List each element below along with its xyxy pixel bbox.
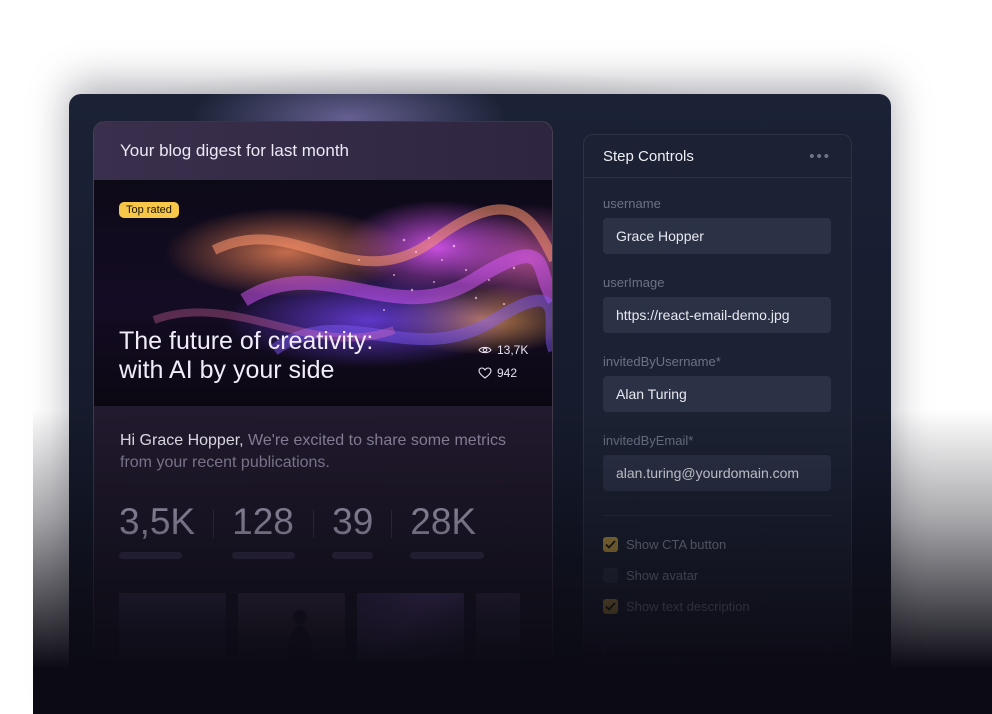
show-avatar-label: Show avatar bbox=[626, 567, 699, 583]
user-image-label: userImage bbox=[603, 275, 665, 290]
invited-by-email-field-group: invitedByEmail* alan.turing@yourdomain.c… bbox=[603, 433, 831, 491]
metric-divider bbox=[313, 510, 315, 538]
checkbox-unchecked-icon[interactable] bbox=[603, 567, 618, 583]
thumbnail-image bbox=[238, 593, 345, 661]
checkbox-checked-icon[interactable] bbox=[603, 536, 618, 552]
step-controls-header: Step Controls ••• bbox=[584, 135, 851, 178]
invited-by-username-field-group: invitedByUsername* Alan Turing bbox=[603, 354, 831, 412]
metric-bar bbox=[332, 552, 374, 559]
hero-title: The future of creativity: with AI by you… bbox=[119, 327, 439, 385]
show-text-description-label: Show text description bbox=[626, 598, 750, 614]
metric-value: 28K bbox=[410, 501, 477, 542]
metric-value: 3,5K bbox=[119, 501, 196, 542]
submit-changes-label: Submit Changes bbox=[668, 653, 766, 669]
more-dots-icon[interactable]: ••• bbox=[809, 148, 831, 165]
username-label: username bbox=[603, 196, 661, 211]
thumbnail-image bbox=[357, 593, 464, 661]
metric-bar bbox=[119, 552, 182, 559]
app-window: Your blog digest for last month Top rate… bbox=[69, 94, 891, 714]
hero-title-line-2: with AI by your side bbox=[119, 356, 335, 384]
metric-item: 28K bbox=[410, 501, 485, 559]
thumbnail-image bbox=[476, 593, 520, 661]
user-image-field-group: userImage https://react-email-demo.jpg bbox=[603, 275, 831, 333]
show-text-description-checkbox-row[interactable]: Show text description bbox=[603, 597, 831, 615]
metric-item: 128 bbox=[232, 501, 296, 559]
views-stat: 13,7K bbox=[478, 343, 528, 357]
step-controls-title: Step Controls bbox=[603, 147, 694, 165]
invited-by-email-label: invitedByEmail* bbox=[603, 433, 694, 448]
silhouette-icon bbox=[286, 610, 314, 661]
username-input[interactable]: Grace Hopper bbox=[603, 218, 831, 254]
metric-item: 39 bbox=[332, 502, 373, 559]
user-image-input[interactable]: https://react-email-demo.jpg bbox=[603, 297, 831, 333]
email-header-title: Your blog digest for last month bbox=[120, 141, 350, 160]
invited-by-email-input[interactable]: alan.turing@yourdomain.com bbox=[603, 455, 831, 491]
metric-bar bbox=[232, 552, 296, 559]
checkbox-checked-icon[interactable] bbox=[603, 598, 618, 614]
metric-divider bbox=[213, 510, 215, 538]
top-rated-badge: Top rated bbox=[119, 202, 179, 218]
thumbnail-row bbox=[119, 593, 520, 661]
metric-bar bbox=[410, 552, 485, 559]
section-divider bbox=[603, 515, 832, 516]
eye-icon bbox=[478, 346, 492, 354]
email-preview-card: Your blog digest for last month Top rate… bbox=[93, 121, 553, 714]
submit-changes-button[interactable]: Submit Changes bbox=[603, 643, 831, 679]
heart-icon bbox=[478, 367, 492, 379]
hero-title-line-1: The future of creativity: bbox=[119, 327, 374, 355]
metric-divider bbox=[391, 510, 393, 538]
email-header: Your blog digest for last month bbox=[94, 122, 552, 180]
views-count: 13,7K bbox=[497, 343, 529, 357]
hero-banner: Top rated The future of creativity: with… bbox=[94, 180, 552, 406]
metric-item: 3,5K bbox=[119, 502, 195, 559]
show-cta-label: Show CTA button bbox=[626, 536, 727, 552]
likes-stat: 942 bbox=[478, 366, 517, 380]
invited-by-username-label: invitedByUsername* bbox=[603, 354, 721, 369]
greeting-name: Hi Grace Hopper, bbox=[120, 432, 244, 449]
likes-count: 942 bbox=[497, 366, 518, 380]
username-field-group: username Grace Hopper bbox=[603, 196, 831, 254]
show-cta-checkbox-row[interactable]: Show CTA button bbox=[603, 535, 831, 553]
invited-by-username-input[interactable]: Alan Turing bbox=[603, 376, 831, 412]
greeting-paragraph: Hi Grace Hopper, We're excited to share … bbox=[94, 406, 552, 474]
metric-value: 128 bbox=[232, 501, 294, 542]
metric-value: 39 bbox=[332, 501, 374, 542]
metrics-row: 3,5K 128 39 28K bbox=[119, 502, 552, 559]
step-controls-panel: Step Controls ••• username Grace Hopper … bbox=[583, 134, 852, 714]
show-avatar-checkbox-row[interactable]: Show avatar bbox=[603, 566, 831, 584]
thumbnail-image bbox=[119, 593, 226, 661]
